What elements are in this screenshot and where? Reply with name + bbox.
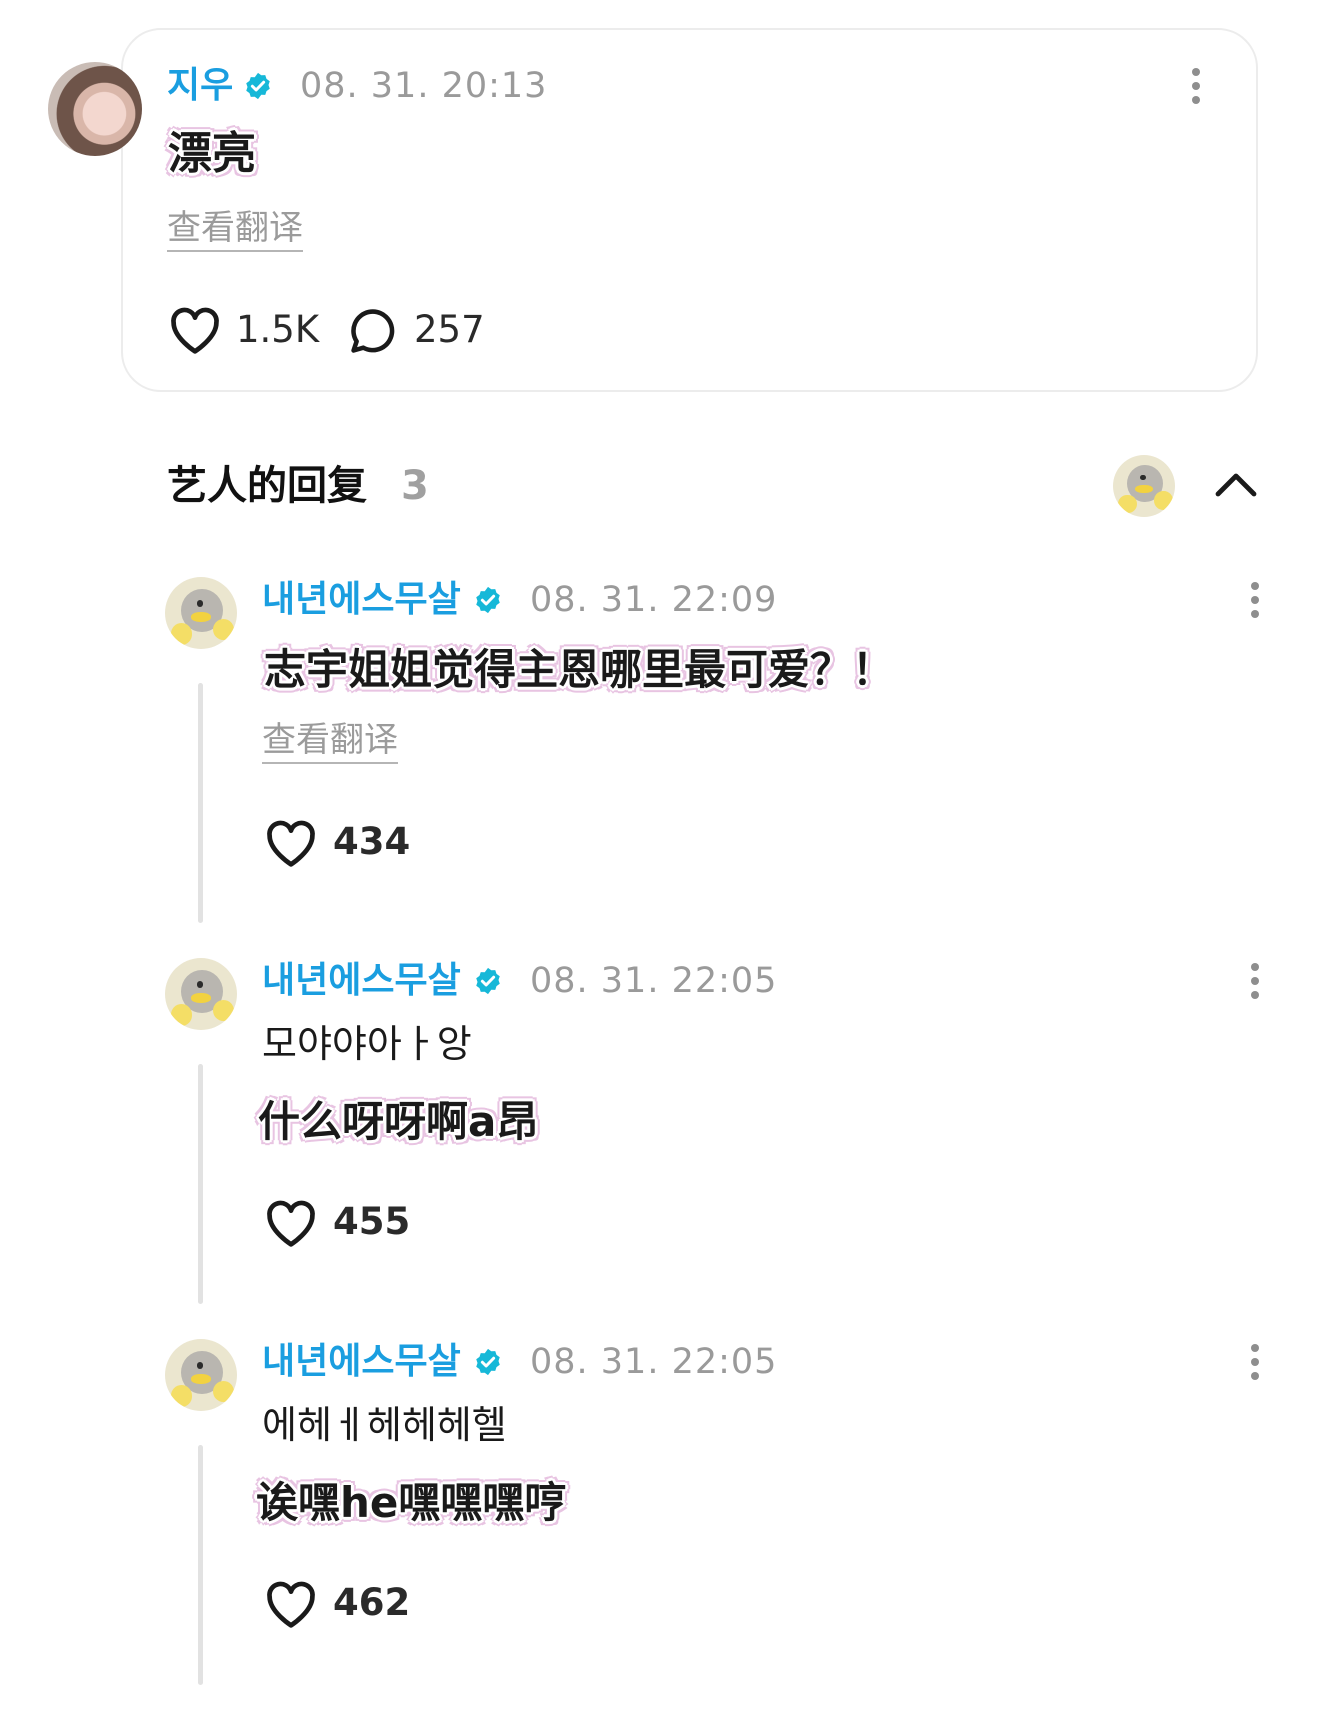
reply-text: 에헤ㅔ헤헤헤헬	[262, 1403, 507, 1447]
more-options-icon[interactable]	[1250, 582, 1260, 622]
reply-avatar[interactable]	[165, 958, 237, 1030]
reply-timestamp: 08. 31. 22:05	[530, 1342, 778, 1382]
comment-timestamp: 08. 31. 20:13	[300, 66, 548, 106]
reply-author-name[interactable]: 내년에스무살	[262, 1342, 461, 1382]
reply-like-count: 455	[333, 1200, 411, 1243]
more-options-icon[interactable]	[1191, 68, 1201, 108]
reply-caption: 志宇姐姐觉得主恩哪里最可爱？！	[264, 645, 895, 694]
heart-icon[interactable]	[264, 818, 318, 868]
comment-text: 漂亮	[168, 128, 256, 179]
reply-text: 모야야아ㅏ앙	[262, 1022, 472, 1066]
reply-like-count: 462	[333, 1581, 411, 1624]
chevron-up-icon[interactable]	[1212, 468, 1260, 500]
reply-caption: 什么呀呀啊a昂	[258, 1097, 539, 1146]
verified-badge-icon	[476, 586, 500, 614]
reply-timestamp: 08. 31. 22:09	[530, 580, 778, 620]
more-options-icon[interactable]	[1250, 1344, 1260, 1384]
verified-badge-icon	[476, 1348, 500, 1376]
author-avatar[interactable]	[48, 62, 142, 156]
author-name[interactable]: 지우	[167, 66, 233, 106]
thread-line	[198, 1445, 203, 1685]
reply-timestamp: 08. 31. 22:05	[530, 961, 778, 1001]
more-options-icon[interactable]	[1250, 963, 1260, 1003]
artist-replies-count: 3	[401, 463, 429, 509]
verified-badge-icon	[246, 72, 270, 100]
heart-icon[interactable]	[168, 305, 222, 355]
reply-avatar[interactable]	[165, 577, 237, 649]
comment-bubble-icon[interactable]	[346, 306, 398, 356]
reply-avatar[interactable]	[165, 1339, 237, 1411]
heart-icon[interactable]	[264, 1579, 318, 1629]
artist-replies-title: 艺人的回复	[167, 463, 367, 509]
artist-avatar-small	[1113, 455, 1175, 517]
reply-like-count: 434	[333, 820, 411, 863]
view-translation-link[interactable]: 查看翻译	[262, 720, 398, 764]
reply-author-name[interactable]: 내년에스무살	[262, 580, 461, 620]
reply-caption: 诶嘿he嘿嘿嘿哼	[256, 1478, 567, 1527]
view-translation-link[interactable]: 查看翻译	[167, 208, 303, 252]
reply-author-name[interactable]: 내년에스무살	[262, 961, 461, 1001]
heart-icon[interactable]	[264, 1198, 318, 1248]
like-count: 1.5K	[236, 308, 320, 351]
reply-count: 257	[414, 308, 485, 351]
thread-line	[198, 1064, 203, 1304]
verified-badge-icon	[476, 967, 500, 995]
thread-line	[198, 683, 203, 923]
